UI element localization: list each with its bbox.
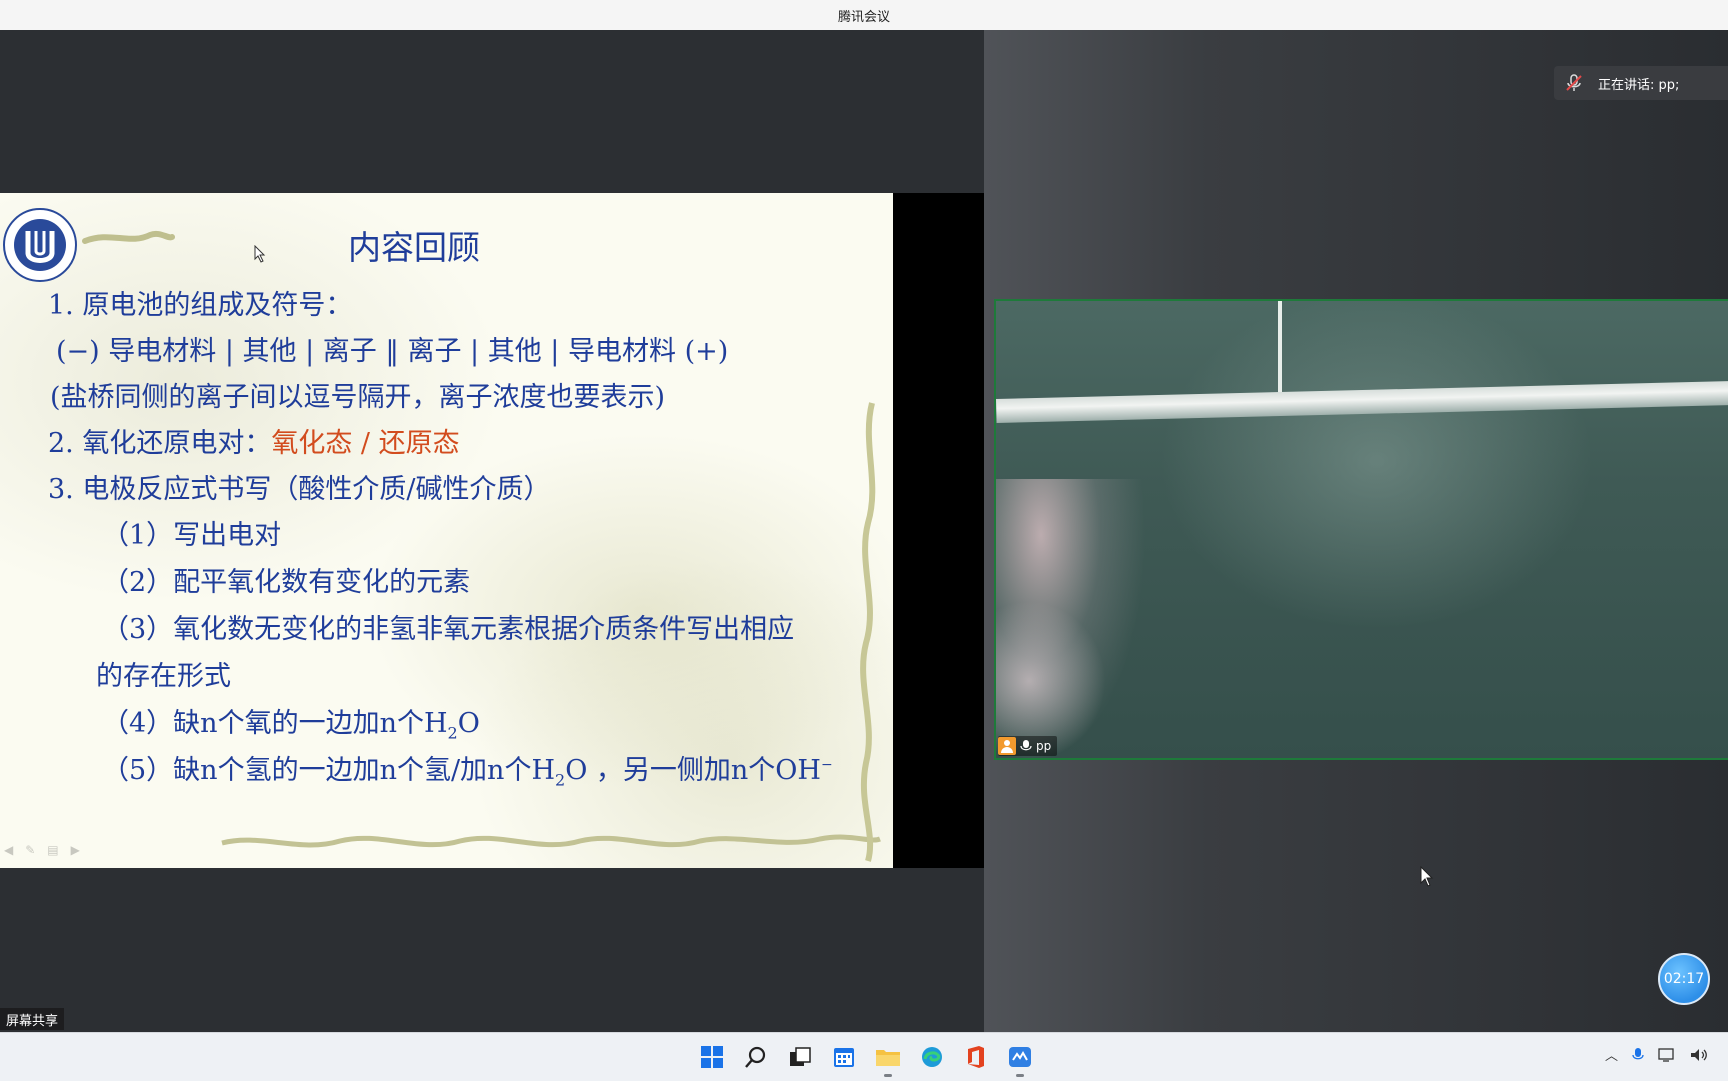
- slide-line-6: （1）写出电对: [102, 520, 282, 551]
- tray-overflow-icon[interactable]: ︿: [1605, 1045, 1618, 1064]
- slide-line-4: 2. 氧化还原电对：氧化态 / 还原态: [48, 421, 460, 460]
- slide-line-2: (−) 导电材料 | 其他 | 离子 ‖ 离子 | 其他 | 导电材料 (+): [56, 336, 729, 367]
- screen-share-badge: 屏幕共享: [0, 1008, 65, 1030]
- shanghai-university-logo: [3, 208, 77, 282]
- office-icon[interactable]: [960, 1041, 992, 1073]
- slide-prev-icon[interactable]: ◀: [4, 843, 13, 857]
- participant-mic-icon: [1020, 740, 1032, 751]
- calendar-app-icon[interactable]: [828, 1041, 860, 1073]
- slide-nav-controls: ◀ ✎ ▤ ▶: [4, 843, 80, 857]
- meeting-timer[interactable]: 02:17: [1658, 953, 1710, 1005]
- slide-line-7: （2）配平氧化数有变化的元素: [102, 567, 471, 598]
- slide-letterbox: [893, 193, 984, 868]
- search-icon[interactable]: [740, 1041, 772, 1073]
- slide-cursor-icon: [254, 245, 266, 263]
- task-view-icon[interactable]: [784, 1041, 816, 1073]
- taskbar-apps: [696, 1041, 1036, 1077]
- tencent-meeting-icon[interactable]: [1004, 1041, 1036, 1077]
- slide-line-11: （5）缺n个氢的一边加n个氢/加n个H2O ，另一侧加n个OH−: [102, 755, 833, 790]
- windows-taskbar: ︿: [0, 1032, 1728, 1081]
- participant-name: pp: [1036, 739, 1052, 753]
- system-tray: ︿: [1605, 1045, 1728, 1064]
- slide-line-3: (盐桥同侧的离子间以逗号隔开，离子浓度也要表示): [50, 382, 666, 413]
- participant-avatar-icon: [998, 737, 1016, 755]
- slide-title: 内容回顾: [348, 228, 480, 267]
- slide-line-4-label: 2. 氧化还原电对：: [48, 428, 272, 459]
- shared-slide: 内容回顾 1. 原电池的组成及符号： (−) 导电材料 | 其他 | 离子 ‖ …: [0, 193, 893, 868]
- participant-video[interactable]: pp: [994, 299, 1728, 760]
- file-explorer-icon[interactable]: [872, 1041, 904, 1077]
- video-blackboard-rail: [996, 380, 1728, 423]
- speaking-label: 正在讲话: pp;: [1598, 77, 1680, 93]
- speaking-indicator: 正在讲话: pp;: [1554, 66, 1728, 100]
- redox-pair-text: 氧化态 / 还原态: [271, 428, 460, 459]
- mouse-cursor-icon: [1420, 866, 1434, 887]
- slide-line-1: 1. 原电池的组成及符号：: [48, 290, 353, 321]
- tray-network-icon[interactable]: [1658, 1047, 1676, 1063]
- slide-next-icon[interactable]: ▶: [71, 843, 80, 857]
- tray-volume-icon[interactable]: [1690, 1047, 1708, 1063]
- video-chalk-mark: [1278, 301, 1282, 401]
- tray-mic-icon[interactable]: [1632, 1047, 1644, 1063]
- window-titlebar: 腾讯会议: [0, 0, 1728, 30]
- slide-line-10: （4）缺n个氧的一边加n个H2O: [102, 708, 480, 743]
- window-title: 腾讯会议: [837, 9, 890, 25]
- slide-line-8: （3）氧化数无变化的非氢非氧元素根据介质条件写出相应: [102, 614, 795, 645]
- slide-line-9: 的存在形式: [96, 661, 231, 692]
- edge-browser-icon[interactable]: [916, 1041, 948, 1073]
- slide-pen-icon[interactable]: ✎: [25, 843, 35, 857]
- windows-start-icon[interactable]: [696, 1041, 728, 1073]
- muted-mic-icon: [1566, 74, 1582, 91]
- slide-menu-icon[interactable]: ▤: [47, 843, 58, 857]
- slide-line-5: 3. 电极反应式书写（酸性介质/碱性介质）: [48, 474, 551, 505]
- participant-label: pp: [998, 736, 1058, 756]
